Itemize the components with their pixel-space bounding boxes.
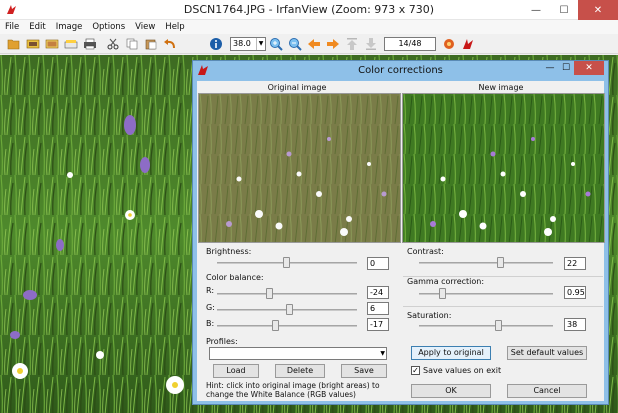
red-label: R: (206, 286, 215, 295)
red-slider-track[interactable] (217, 293, 357, 295)
chevron-down-icon: ▼ (380, 350, 385, 357)
new-image-preview[interactable] (402, 93, 605, 243)
original-image-label: Original image (267, 83, 327, 92)
blue-slider-thumb[interactable] (271, 320, 279, 331)
ok-button[interactable]: OK (411, 384, 491, 398)
profiles-label: Profiles: (206, 337, 238, 346)
gamma-label: Gamma correction: (407, 277, 485, 286)
irfanview-logo-icon[interactable] (460, 36, 476, 52)
gamma-value-field[interactable]: 0.95 (564, 286, 586, 299)
minimize-button[interactable]: — (522, 0, 550, 20)
maximize-button[interactable]: ☐ (550, 0, 578, 20)
brightness-slider-thumb[interactable] (283, 257, 290, 268)
set-default-values-button[interactable]: Set default values (507, 346, 587, 360)
saturation-slider-thumb[interactable] (495, 320, 503, 331)
zoom-value: 38.0 (233, 39, 251, 48)
red-value-field[interactable]: -24 (367, 286, 389, 299)
contrast-label: Contrast: (407, 247, 444, 256)
saturation-value-field[interactable]: 38 (564, 318, 586, 331)
new-image-label: New image (478, 83, 524, 92)
blue-label: B: (206, 319, 215, 328)
apply-to-original-button[interactable]: Apply to original (411, 346, 491, 360)
settings-icon[interactable] (441, 36, 457, 52)
menu-image[interactable]: Image (51, 20, 88, 34)
original-image-preview[interactable] (198, 93, 401, 243)
chevron-down-icon: ▼ (256, 38, 265, 50)
open-folder-icon[interactable] (6, 36, 22, 52)
dialog-maximize-button[interactable]: ☐ (558, 61, 574, 75)
green-slider-thumb[interactable] (285, 304, 293, 315)
profiles-select[interactable]: ▼ (209, 347, 387, 360)
red-slider-thumb[interactable] (266, 288, 274, 299)
divider (403, 306, 603, 307)
brightness-label: Brightness: (206, 247, 252, 256)
save-values-checkbox[interactable]: ✓ (411, 366, 420, 375)
cancel-button[interactable]: Cancel (507, 384, 587, 398)
green-value-field[interactable]: 6 (367, 302, 389, 315)
saturation-label: Saturation: (407, 311, 452, 320)
save-values-label: Save values on exit (423, 366, 502, 375)
close-button[interactable]: ✕ (578, 0, 618, 20)
save-icon[interactable] (63, 36, 79, 52)
zoom-value-select[interactable]: 38.0 ▼ (230, 37, 266, 51)
color-balance-label: Color balance: (206, 273, 264, 282)
last-icon[interactable] (363, 36, 379, 52)
delete-button[interactable]: Delete (275, 364, 325, 378)
dialog-titlebar: Color corrections — ☐ ✕ (193, 61, 608, 81)
blue-value-field[interactable]: -17 (367, 318, 389, 331)
blue-slider-track[interactable] (217, 325, 357, 327)
contrast-value-field[interactable]: 22 (564, 257, 586, 270)
menu-edit[interactable]: Edit (24, 20, 50, 34)
dialog-close-button[interactable]: ✕ (574, 61, 604, 75)
toolbar: 38.0 ▼ 14/48 (0, 34, 618, 54)
gamma-slider-thumb[interactable] (439, 288, 447, 299)
cut-icon[interactable] (105, 36, 121, 52)
print-icon[interactable] (82, 36, 98, 52)
menu-help[interactable]: Help (160, 20, 189, 34)
white-balance-hint: Hint: click into original image (bright … (206, 381, 380, 399)
color-corrections-dialog: Color corrections — ☐ ✕ Original image N… (192, 60, 609, 405)
undo-icon[interactable] (162, 36, 178, 52)
page-counter: 14/48 (384, 37, 436, 51)
dialog-minimize-button[interactable]: — (542, 61, 558, 75)
zoom-in-icon[interactable] (268, 36, 284, 52)
zoom-out-icon[interactable] (287, 36, 303, 52)
next-icon[interactable] (325, 36, 341, 52)
contrast-slider-thumb[interactable] (496, 257, 504, 268)
info-icon[interactable] (208, 36, 224, 52)
menu-options[interactable]: Options (87, 20, 130, 34)
contrast-slider-track[interactable] (419, 262, 553, 264)
green-label: G: (206, 303, 215, 312)
copy-icon[interactable] (124, 36, 140, 52)
menu-file[interactable]: File (0, 20, 24, 34)
save-profile-button[interactable]: Save (341, 364, 387, 378)
first-icon[interactable] (344, 36, 360, 52)
prev-icon[interactable] (306, 36, 322, 52)
paste-icon[interactable] (143, 36, 159, 52)
dialog-body: Original image New image Brightness: 0 C… (197, 81, 605, 401)
saturation-slider-track[interactable] (419, 325, 553, 327)
slideshow-icon[interactable] (25, 36, 41, 52)
brightness-value-field[interactable]: 0 (367, 257, 389, 270)
load-button[interactable]: Load (213, 364, 259, 378)
menubar: File Edit Image Options View Help (0, 20, 618, 34)
menu-view[interactable]: View (130, 20, 160, 34)
window-titlebar: DSCN1764.JPG - IrfanView (Zoom: 973 x 73… (0, 0, 618, 20)
thumbnails-icon[interactable] (44, 36, 60, 52)
